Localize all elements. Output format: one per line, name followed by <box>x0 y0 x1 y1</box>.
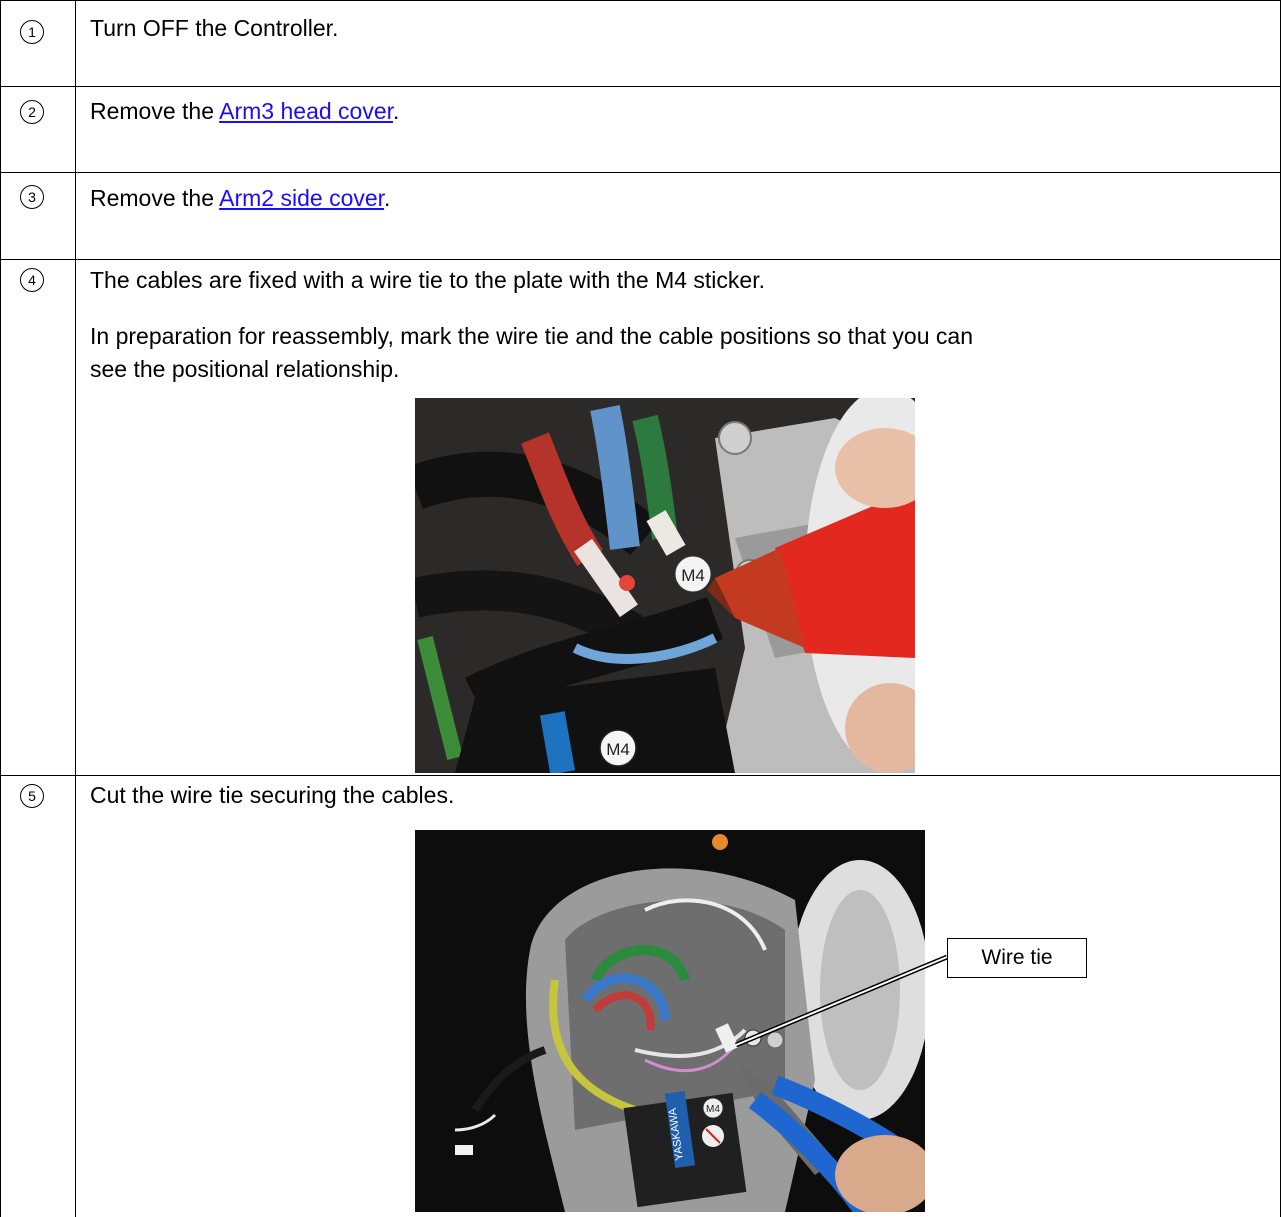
procedure-table: 1 Turn OFF the Controller. 2 Remove the … <box>0 0 1281 1217</box>
wire-tie-callout: Wire tie <box>947 938 1087 978</box>
callout-leader <box>735 954 948 1048</box>
